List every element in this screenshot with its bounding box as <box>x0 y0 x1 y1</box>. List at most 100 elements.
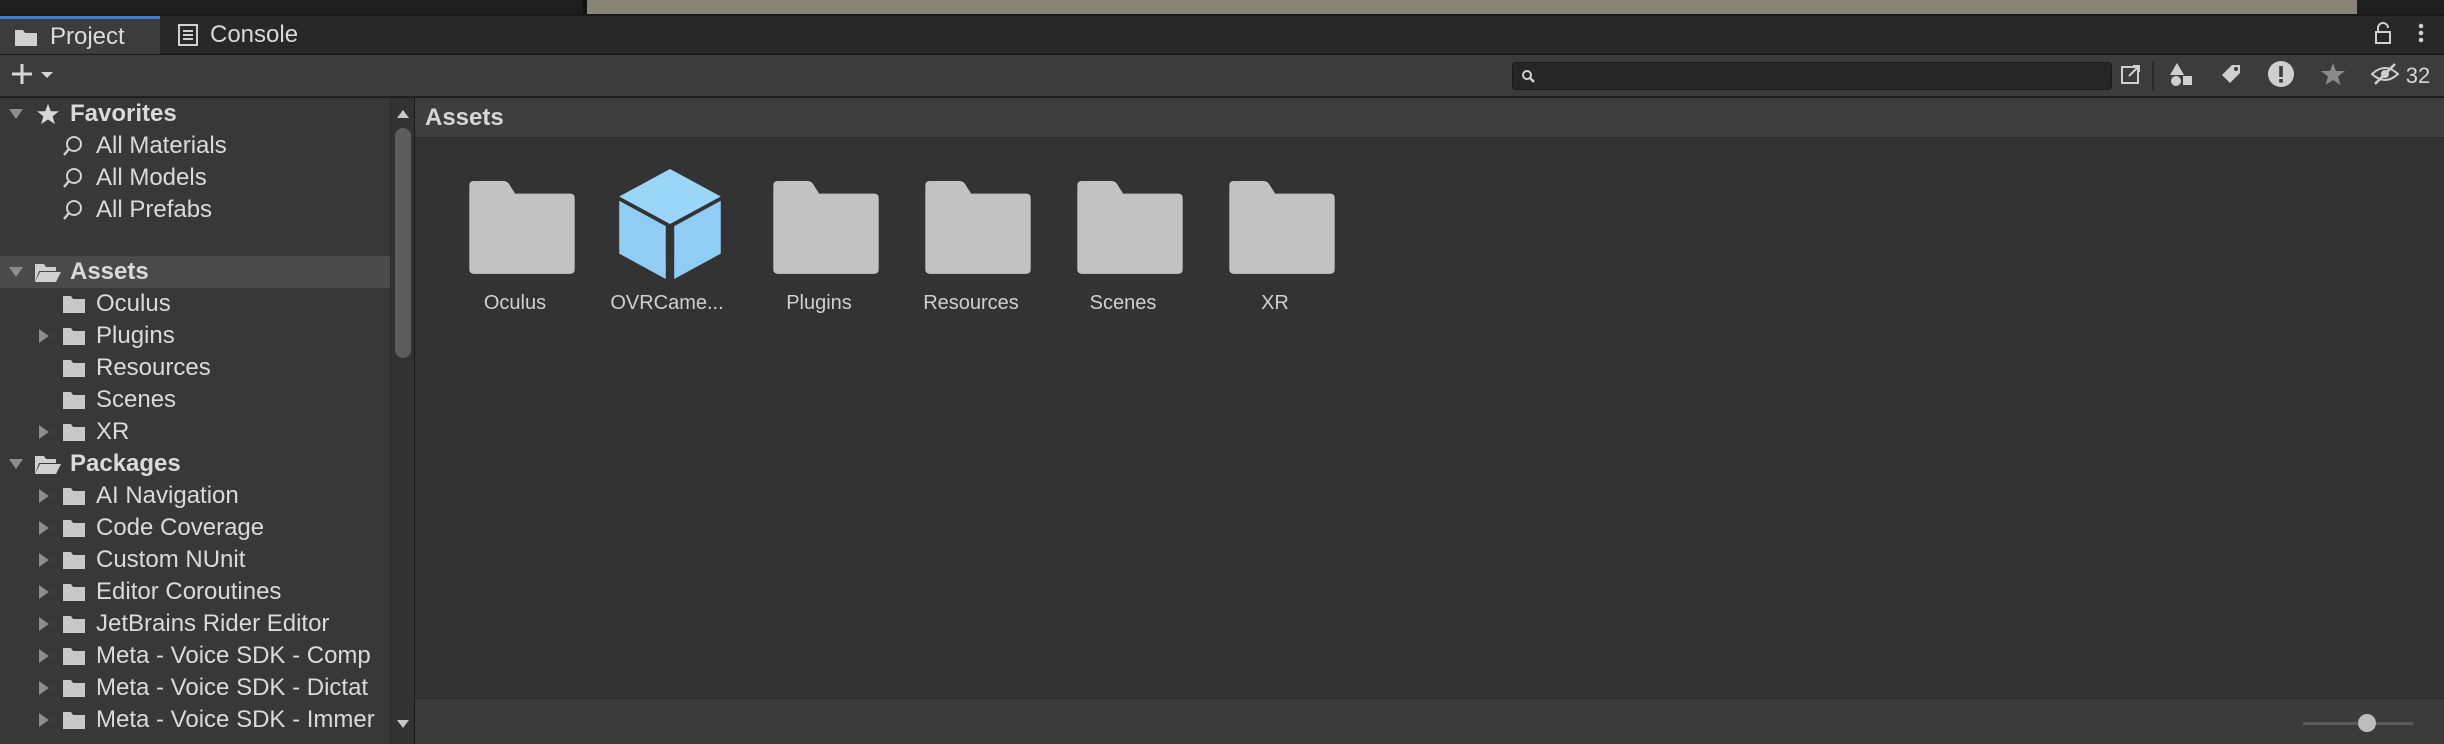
tab-console[interactable]: Console <box>162 16 322 54</box>
collapsed-arrow-icon[interactable] <box>38 424 50 440</box>
more-options-icon[interactable] <box>2418 22 2424 49</box>
assets-panel: Assets Oculus OVRCame... Plugins Resourc… <box>415 98 2444 744</box>
plus-icon <box>10 62 34 91</box>
tree-packages-label: Packages <box>70 450 181 477</box>
asset-tile-name: Resources <box>923 292 1019 314</box>
tree-item-plugins[interactable]: Plugins <box>0 320 390 352</box>
tree-item-jetbrains-rider-editor[interactable]: JetBrains Rider Editor <box>0 608 390 640</box>
folder-icon <box>62 422 86 442</box>
folder-icon <box>14 27 38 47</box>
tree-item-resources[interactable]: Resources <box>0 352 390 384</box>
collapsed-arrow-icon[interactable] <box>38 712 50 728</box>
asset-tile-resources[interactable]: Resources <box>901 168 1041 328</box>
folder-icon <box>62 486 86 506</box>
collapsed-arrow-icon[interactable] <box>38 328 50 344</box>
tree-scrollbar[interactable] <box>390 98 414 744</box>
folder-icon <box>62 358 86 378</box>
expanded-arrow-icon[interactable] <box>8 458 24 470</box>
asset-tile-plugins[interactable]: Plugins <box>749 168 889 328</box>
tree-item-oculus[interactable]: Oculus <box>0 288 390 320</box>
collapsed-arrow-icon[interactable] <box>38 616 50 632</box>
icon-size-slider[interactable] <box>2303 713 2413 733</box>
open-window-icon <box>2119 62 2143 91</box>
search-icon <box>62 199 84 221</box>
collapsed-arrow-icon[interactable] <box>38 520 50 536</box>
tree-item-label: All Models <box>96 164 207 191</box>
expanded-arrow-icon[interactable] <box>8 108 24 120</box>
filter-by-label-button[interactable] <box>2212 59 2250 93</box>
asset-tile-scenes[interactable]: Scenes <box>1053 168 1193 328</box>
breadcrumb-assets[interactable]: Assets <box>425 104 504 132</box>
create-button[interactable] <box>10 61 64 91</box>
slider-knob[interactable] <box>2358 714 2376 732</box>
asset-tile-name: Oculus <box>483 292 547 314</box>
scrollbar-thumb[interactable] <box>395 128 411 358</box>
scroll-down-arrow-icon[interactable] <box>396 716 410 734</box>
folder-icon <box>62 550 86 570</box>
collapsed-arrow-icon[interactable] <box>38 680 50 696</box>
tree-item-custom-nunit[interactable]: Custom NUnit <box>0 544 390 576</box>
collapsed-arrow-icon[interactable] <box>38 488 50 504</box>
log-types-button[interactable] <box>2262 59 2300 93</box>
collapsed-arrow-icon[interactable] <box>38 552 50 568</box>
folder-icon <box>62 710 86 730</box>
tree-item-label: Oculus <box>96 290 171 317</box>
search-icon <box>62 167 84 189</box>
folder-icon <box>62 678 86 698</box>
tree-item-editor-coroutines[interactable]: Editor Coroutines <box>0 576 390 608</box>
folder-icon <box>469 181 575 274</box>
tree-item-scenes[interactable]: Scenes <box>0 384 390 416</box>
tree-item-voice-sdk-comp[interactable]: Meta - Voice SDK - Comp <box>0 640 390 672</box>
tree-favorites-header[interactable]: Favorites <box>0 98 390 130</box>
scene-view-strip <box>587 0 2357 14</box>
tree-item-label: JetBrains Rider Editor <box>96 610 330 637</box>
tree-favorites-label: Favorites <box>70 100 177 127</box>
tree-item-label: XR <box>96 418 130 445</box>
open-folder-icon <box>34 453 62 475</box>
tree-item-all-prefabs[interactable]: All Prefabs <box>0 194 390 226</box>
asset-tile-xr[interactable]: XR <box>1205 168 1345 328</box>
folder-icon <box>62 582 86 602</box>
collapsed-arrow-icon[interactable] <box>38 584 50 600</box>
tree-item-ai-navigation[interactable]: AI Navigation <box>0 480 390 512</box>
tree-item-voice-sdk-dictat[interactable]: Meta - Voice SDK - Dictat <box>0 672 390 704</box>
tree-item-all-materials[interactable]: All Materials <box>0 130 390 162</box>
search-icon <box>62 135 84 157</box>
asset-tile-oculus[interactable]: Oculus <box>445 168 585 328</box>
tree-assets-header[interactable]: Assets <box>0 256 390 288</box>
tab-console-label: Console <box>210 21 299 48</box>
tree-packages-header[interactable]: Packages <box>0 448 390 480</box>
folder-icon <box>773 181 879 274</box>
tag-icon <box>2219 62 2243 91</box>
search-in-new-window-button[interactable] <box>2114 59 2148 93</box>
folder-icon <box>1229 181 1335 274</box>
lock-icon[interactable] <box>2374 22 2392 49</box>
expanded-arrow-icon[interactable] <box>8 266 24 278</box>
scene-view-edge <box>0 0 2444 14</box>
collapsed-arrow-icon[interactable] <box>38 648 50 664</box>
dropdown-arrow-icon <box>40 67 54 85</box>
folder-icon <box>62 390 86 410</box>
search-input[interactable] <box>1541 65 2101 87</box>
tree-item-voice-sdk-immer[interactable]: Meta - Voice SDK - Immer <box>0 704 390 736</box>
assets-footer <box>415 698 2444 744</box>
hidden-packages-toggle[interactable]: 32 <box>2364 59 2436 93</box>
tree-item-code-coverage[interactable]: Code Coverage <box>0 512 390 544</box>
filter-by-type-button[interactable] <box>2162 59 2200 93</box>
folder-icon <box>925 181 1031 274</box>
search-field[interactable] <box>1512 62 2112 90</box>
project-toolbar: 32 <box>0 55 2444 97</box>
tree-item-label: Meta - Voice SDK - Immer <box>96 706 375 733</box>
scroll-up-arrow-icon[interactable] <box>396 106 410 124</box>
folder-icon <box>1077 181 1183 274</box>
tab-project[interactable]: Project <box>0 16 160 54</box>
asset-tile-ovrcamera[interactable]: OVRCame... <box>597 168 737 328</box>
favorites-filter-button[interactable] <box>2314 59 2352 93</box>
tree-item-label: Meta - Voice SDK - Comp <box>96 642 371 669</box>
asset-tile-name: Plugins <box>786 292 852 314</box>
tree-item-xr[interactable]: XR <box>0 416 390 448</box>
search-icon <box>1521 69 1535 88</box>
tree-item-all-models[interactable]: All Models <box>0 162 390 194</box>
asset-tile-name: XR <box>1261 292 1289 314</box>
tree-item-label: All Materials <box>96 132 227 159</box>
